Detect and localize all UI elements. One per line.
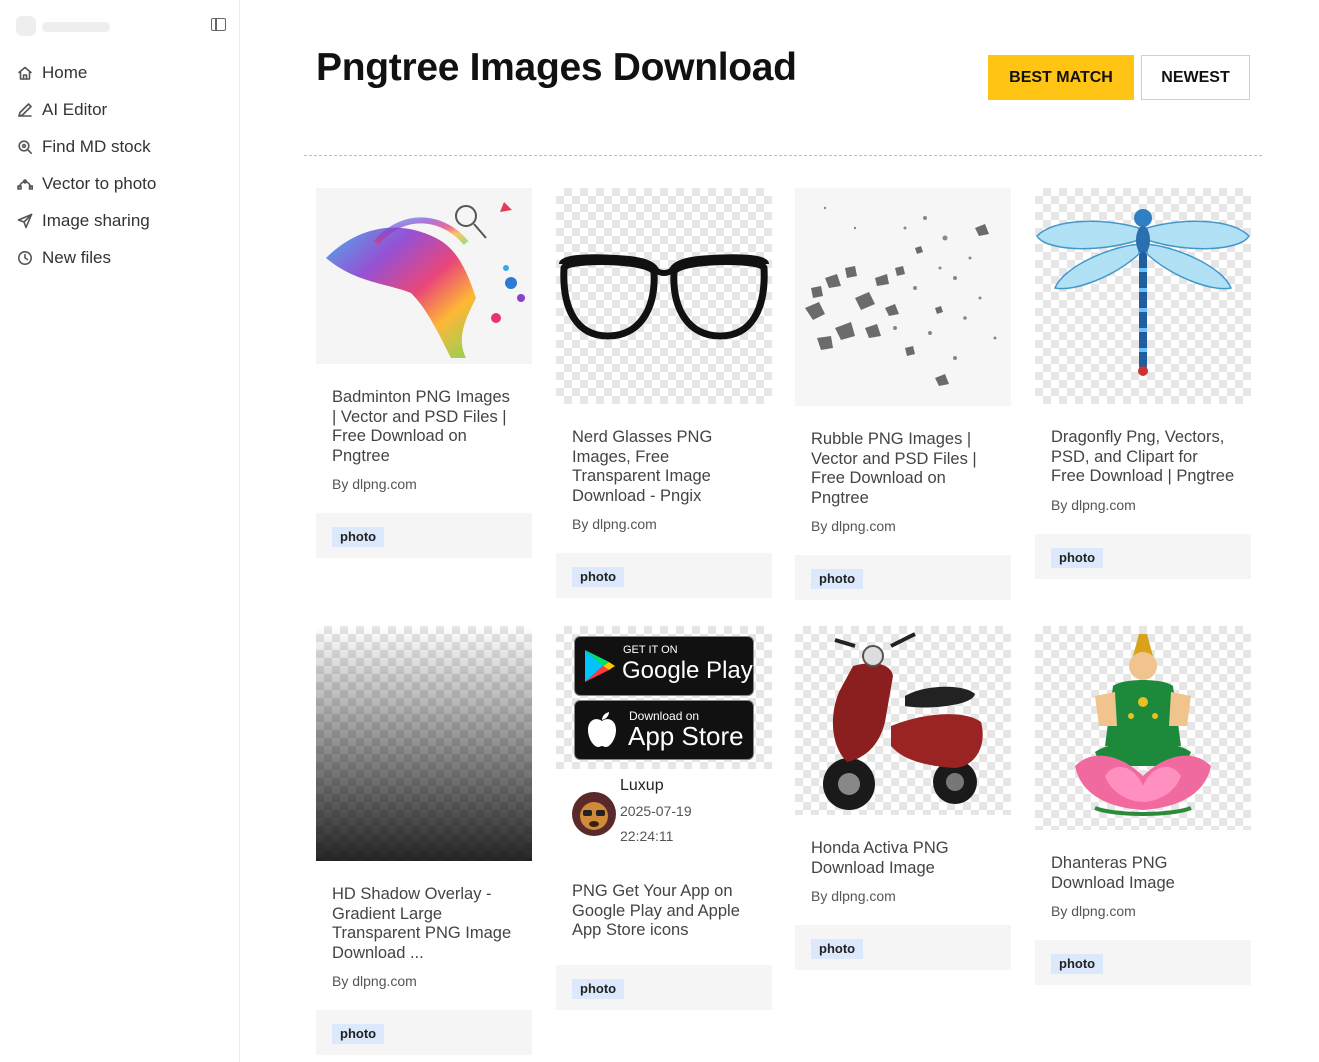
card-source: By dlpng.com <box>332 973 417 989</box>
sidebar-item-new-files[interactable]: New files <box>16 239 156 276</box>
card-title[interactable]: Dragonfly Png, Vectors, PSD, and Clipart… <box>1035 428 1251 487</box>
glasses-image <box>559 254 769 340</box>
sidebar-item-vector-to-photo[interactable]: Vector to photo <box>16 165 156 202</box>
search-icon <box>16 138 34 156</box>
sidebar-item-label: Image sharing <box>42 210 150 230</box>
card-footer: photo <box>795 555 1011 600</box>
card-source: By dlpng.com <box>1051 903 1136 919</box>
card-footer: photo <box>556 553 772 598</box>
author-date: 2025-07-19 <box>620 803 692 819</box>
sidebar: Home AI Editor Find MD stock Vector to p… <box>0 0 240 1062</box>
author-time: 22:24:11 <box>620 828 674 844</box>
apple-badge-big-text: App Store <box>628 721 744 751</box>
card-footer: photo <box>795 925 1011 970</box>
card-thumbnail-dhanteras[interactable] <box>1035 626 1251 830</box>
sidebar-item-find-md-stock[interactable]: Find MD stock <box>16 128 156 165</box>
card-title[interactable]: Badminton PNG Images | Vector and PSD Fi… <box>316 388 532 466</box>
sidebar-nav: Home AI Editor Find MD stock Vector to p… <box>16 54 156 276</box>
google-play-icon <box>585 650 615 682</box>
sidebar-item-image-sharing[interactable]: Image sharing <box>16 202 156 239</box>
sidebar-toggle-icon[interactable] <box>211 18 226 31</box>
sort-toggle: BEST MATCH NEWEST <box>988 55 1250 100</box>
clock-icon <box>16 249 34 267</box>
image-card[interactable]: Rubble PNG Images | Vector and PSD Files… <box>795 188 1011 600</box>
card-thumbnail-badminton[interactable] <box>316 188 532 364</box>
card-thumbnail-glasses[interactable] <box>556 188 772 404</box>
image-card[interactable]: GET IT ON Google Play Download on App St… <box>556 626 772 1010</box>
card-author: Luxup 2025-07-19 22:24:11 <box>556 769 772 859</box>
page-title: Pngtree Images Download <box>316 46 797 89</box>
image-card[interactable]: HD Shadow Overlay - Gradient Large Trans… <box>316 626 532 1055</box>
sidebar-item-label: Vector to photo <box>42 173 157 193</box>
image-card[interactable]: Honda Activa PNG Download Image By dlpng… <box>795 626 1011 970</box>
card-footer: photo <box>1035 940 1251 985</box>
image-card[interactable]: Dragonfly Png, Vectors, PSD, and Clipart… <box>1035 188 1251 579</box>
card-footer: photo <box>316 513 532 558</box>
badminton-player-image <box>326 202 525 358</box>
avatar[interactable] <box>572 792 616 836</box>
card-title[interactable]: Dhanteras PNG Download Image <box>1035 854 1251 893</box>
send-icon <box>16 212 34 230</box>
rubble-image <box>805 206 997 386</box>
card-footer: photo <box>556 964 772 1010</box>
app-store-badge: Download on App Store <box>574 700 754 760</box>
card-title[interactable]: HD Shadow Overlay - Gradient Large Trans… <box>316 885 532 963</box>
vector-icon <box>16 175 34 193</box>
google-badge-small-text: GET IT ON <box>623 644 678 656</box>
card-thumbnail-dragonfly[interactable] <box>1035 188 1251 404</box>
app-name-placeholder <box>42 22 110 32</box>
card-title[interactable]: Honda Activa PNG Download Image <box>795 839 1011 878</box>
sidebar-item-label: New files <box>42 247 111 267</box>
best-match-button[interactable]: BEST MATCH <box>988 55 1134 100</box>
card-source: By dlpng.com <box>811 518 896 534</box>
dragonfly-image <box>1036 209 1250 376</box>
type-tag[interactable]: photo <box>332 1024 385 1044</box>
card-source: By dlpng.com <box>572 516 657 532</box>
apple-icon <box>588 712 616 747</box>
card-thumbnail-rubble[interactable] <box>795 188 1011 406</box>
card-thumbnail-shadow-overlay[interactable] <box>316 626 532 861</box>
google-play-badge: GET IT ON Google Play <box>574 636 754 696</box>
sidebar-header <box>16 14 228 38</box>
type-tag[interactable]: photo <box>1051 547 1104 568</box>
google-badge-big-text: Google Play <box>622 657 753 684</box>
card-source: By dlpng.com <box>1051 496 1136 513</box>
card-title[interactable]: PNG Get Your App on Google Play and Appl… <box>556 882 772 941</box>
type-tag[interactable]: photo <box>811 939 864 959</box>
card-thumbnail-scooter[interactable] <box>795 626 1011 815</box>
card-source: By dlpng.com <box>811 888 896 904</box>
shadow-gradient-image <box>316 626 532 861</box>
image-card[interactable]: Dhanteras PNG Download Image By dlpng.co… <box>1035 626 1251 985</box>
sidebar-item-label: AI Editor <box>42 99 108 119</box>
type-tag[interactable]: photo <box>1051 954 1104 974</box>
newest-button[interactable]: NEWEST <box>1141 55 1250 100</box>
card-title[interactable]: Nerd Glasses PNG Images, Free Transparen… <box>556 428 772 506</box>
sidebar-item-home[interactable]: Home <box>16 54 156 91</box>
card-thumbnail-app-badges[interactable]: GET IT ON Google Play Download on App St… <box>556 626 772 769</box>
author-name[interactable]: Luxup <box>620 777 664 795</box>
image-card[interactable]: Badminton PNG Images | Vector and PSD Fi… <box>316 188 532 558</box>
sidebar-item-label: Find MD stock <box>42 136 151 156</box>
type-tag[interactable]: photo <box>811 569 864 589</box>
image-card[interactable]: Nerd Glasses PNG Images, Free Transparen… <box>556 188 772 598</box>
card-footer: photo <box>316 1010 532 1055</box>
home-icon <box>16 64 34 82</box>
sidebar-item-ai-editor[interactable]: AI Editor <box>16 91 156 128</box>
scooter-image <box>823 632 983 810</box>
dog-avatar-icon <box>572 792 616 836</box>
card-footer: photo <box>1035 533 1251 579</box>
app-logo <box>16 16 36 36</box>
type-tag[interactable]: photo <box>572 978 625 999</box>
pen-icon <box>16 101 34 119</box>
sidebar-item-label: Home <box>42 62 88 82</box>
header-divider <box>304 155 1262 156</box>
card-source: By dlpng.com <box>332 476 417 492</box>
goddess-lotus-image <box>1075 634 1211 816</box>
type-tag[interactable]: photo <box>332 527 385 547</box>
card-title[interactable]: Rubble PNG Images | Vector and PSD Files… <box>795 430 1011 508</box>
type-tag[interactable]: photo <box>572 567 625 587</box>
